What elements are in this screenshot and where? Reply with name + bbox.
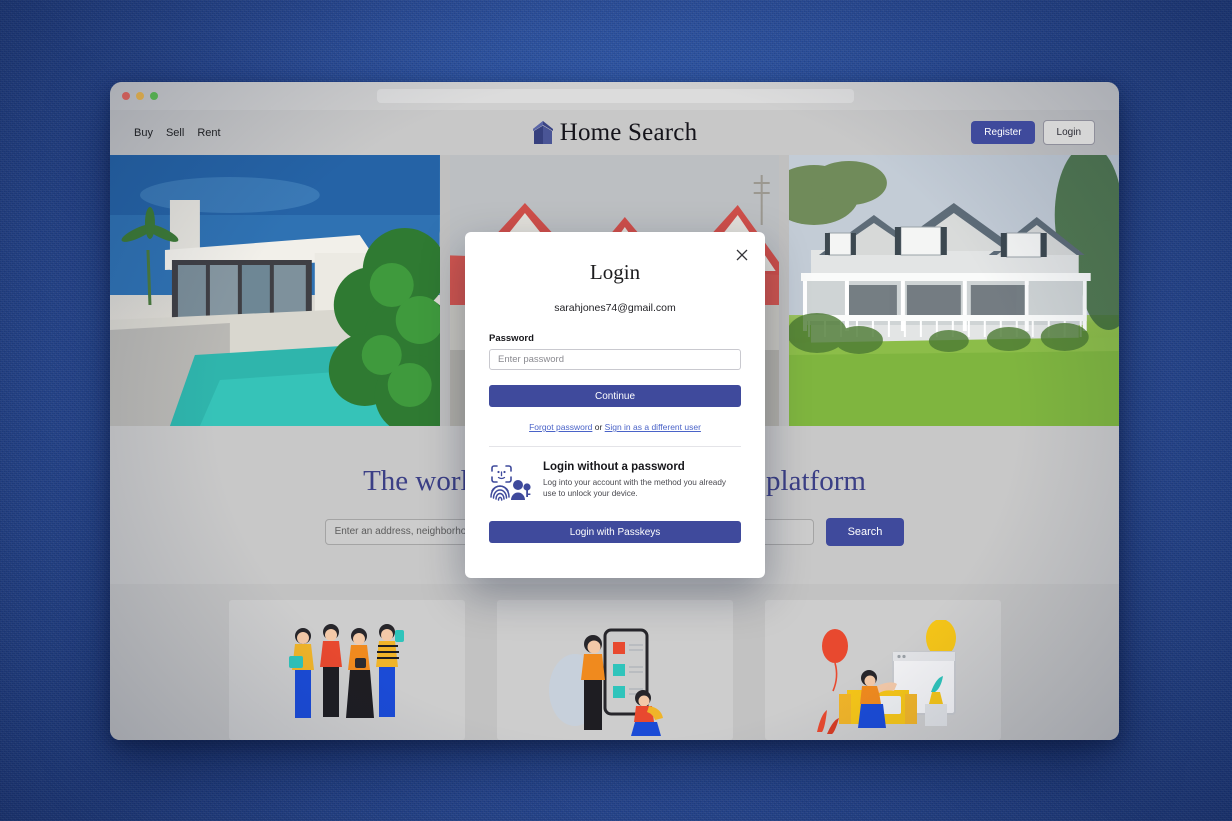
hero-image-modern-villa	[110, 155, 440, 426]
hero-image-white-gabled-house	[789, 155, 1119, 426]
nav-item-sell[interactable]: Sell	[166, 127, 184, 139]
search-button[interactable]: Search	[825, 517, 905, 546]
minimize-window-button[interactable]	[136, 92, 144, 100]
fingerprint-icon	[490, 485, 510, 501]
passkey-description: Log into your account with the method yo…	[543, 478, 726, 499]
passkey-text: Login without a password Log into your a…	[543, 461, 741, 500]
account-email: sarahjones74@gmail.com	[554, 302, 676, 314]
modal-title: Login	[589, 260, 641, 284]
header-actions: Register Login	[971, 120, 1095, 145]
card-person-with-checklist[interactable]	[496, 600, 733, 740]
continue-button[interactable]: Continue	[489, 385, 741, 407]
person-with-checklist-illustration	[548, 628, 663, 736]
close-window-button[interactable]	[122, 92, 130, 100]
forgot-password-link[interactable]: Forgot password	[529, 422, 592, 432]
close-x-icon	[736, 249, 748, 261]
modal-links-row: Forgot password or Sign in as a differen…	[489, 422, 741, 432]
browser-titlebar	[110, 82, 1119, 110]
person-celebrating-illustration	[816, 620, 956, 734]
window-controls[interactable]	[122, 92, 158, 100]
login-with-passkeys-button[interactable]: Login with Passkeys	[489, 521, 741, 543]
card-person-celebrating[interactable]	[764, 600, 1001, 740]
feature-cards-section	[110, 584, 1119, 740]
close-icon[interactable]	[733, 246, 751, 264]
address-bar[interactable]	[377, 89, 854, 103]
card-group-of-people[interactable]	[228, 600, 465, 740]
white-house-illustration	[789, 155, 1119, 426]
nav-item-rent[interactable]: Rent	[197, 127, 220, 139]
modal-divider	[489, 446, 741, 447]
brand-logo: Home Search	[110, 110, 1119, 155]
passkey-title: Login without a password	[543, 461, 685, 473]
password-label: Password	[489, 333, 534, 344]
face-id-features	[497, 470, 506, 480]
person-key-icon	[511, 480, 531, 500]
passkey-icon-group	[489, 461, 531, 508]
password-input[interactable]	[489, 349, 741, 370]
brand-name: Home Search	[559, 118, 698, 146]
maximize-window-button[interactable]	[150, 92, 158, 100]
or-separator: or	[592, 422, 605, 432]
villa-illustration	[110, 155, 440, 426]
login-modal: Login sarahjones74@gmail.com Password Co…	[465, 232, 765, 578]
site-header: Buy Sell Rent Home Search Register Login	[110, 110, 1119, 155]
different-user-link[interactable]: Sign in as a different user	[605, 422, 701, 432]
main-nav: Buy Sell Rent	[134, 127, 221, 139]
register-button[interactable]: Register	[971, 121, 1035, 144]
login-button[interactable]: Login	[1042, 120, 1095, 145]
group-of-people-illustration	[288, 624, 404, 718]
passkey-block: Login without a password Log into your a…	[489, 461, 741, 508]
house-logo-icon	[532, 120, 553, 144]
nav-item-buy[interactable]: Buy	[134, 127, 153, 139]
passkey-icons-svg	[490, 465, 531, 501]
